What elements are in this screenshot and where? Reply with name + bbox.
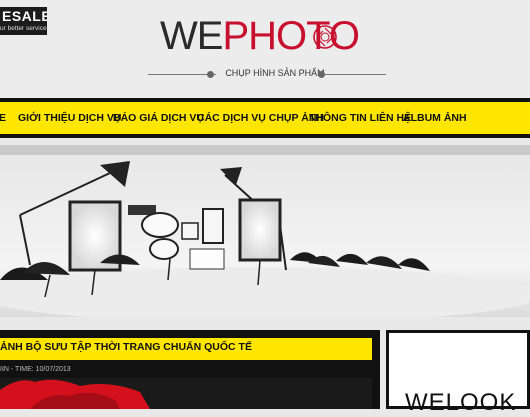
tagline-divider-right: [325, 74, 386, 75]
sidebar-ad-text: WELOOK: [405, 389, 517, 416]
sale-badge-subtitle: ur better service: [0, 25, 47, 32]
tagline-dot-right: [318, 71, 325, 78]
site-logo[interactable]: WEPHOTO: [160, 14, 370, 58]
featured-post[interactable]: ẢNH BỘ SƯU TẬP THỜI TRANG CHUẨN QUỐC TẾ …: [0, 330, 380, 409]
studio-photo: [0, 145, 530, 317]
nav-item-about[interactable]: GIỚI THIỆU DỊCH VỤ: [18, 102, 121, 134]
post-title[interactable]: ẢNH BỘ SƯU TẬP THỜI TRANG CHUẨN QUỐC TẾ: [0, 341, 252, 353]
sale-badge-title: ESALE: [2, 8, 47, 24]
post-title-bar: ẢNH BỘ SƯU TẬP THỜI TRANG CHUẨN QUỐC TẾ: [0, 338, 372, 360]
main-nav: E GIỚI THIỆU DỊCH VỤ BÁO GIÁ DỊCH VỤ CÁC…: [0, 98, 530, 138]
sidebar-ad[interactable]: WELOOK: [386, 330, 530, 416]
post-thumbnail[interactable]: [0, 378, 372, 409]
nav-item-pricing[interactable]: BÁO GIÁ DỊCH VỤ: [113, 102, 204, 134]
hero-banner-image: [0, 145, 530, 317]
nav-item-contact[interactable]: THÔNG TIN LIÊN HỆ: [309, 102, 411, 134]
tagline-divider-left: [148, 74, 216, 75]
nav-item-home[interactable]: E: [0, 102, 6, 134]
nav-item-services[interactable]: CÁC DỊCH VỤ CHỤP ẢNH: [197, 102, 324, 134]
sale-badge[interactable]: ESALE ur better service: [0, 7, 47, 35]
logo-we: WE: [160, 14, 223, 58]
tagline-dot-left: [207, 71, 214, 78]
post-meta: IIN - TIME: 10/07/2013: [0, 366, 71, 373]
nav-item-album[interactable]: ALBUM ẢNH: [403, 102, 467, 134]
camera-aperture-icon: [313, 25, 337, 49]
tagline: CHỤP HÌNH SẢN PHẨM: [225, 68, 325, 78]
header: ESALE ur better service WEPHOTO CHỤP HÌN…: [0, 0, 530, 98]
